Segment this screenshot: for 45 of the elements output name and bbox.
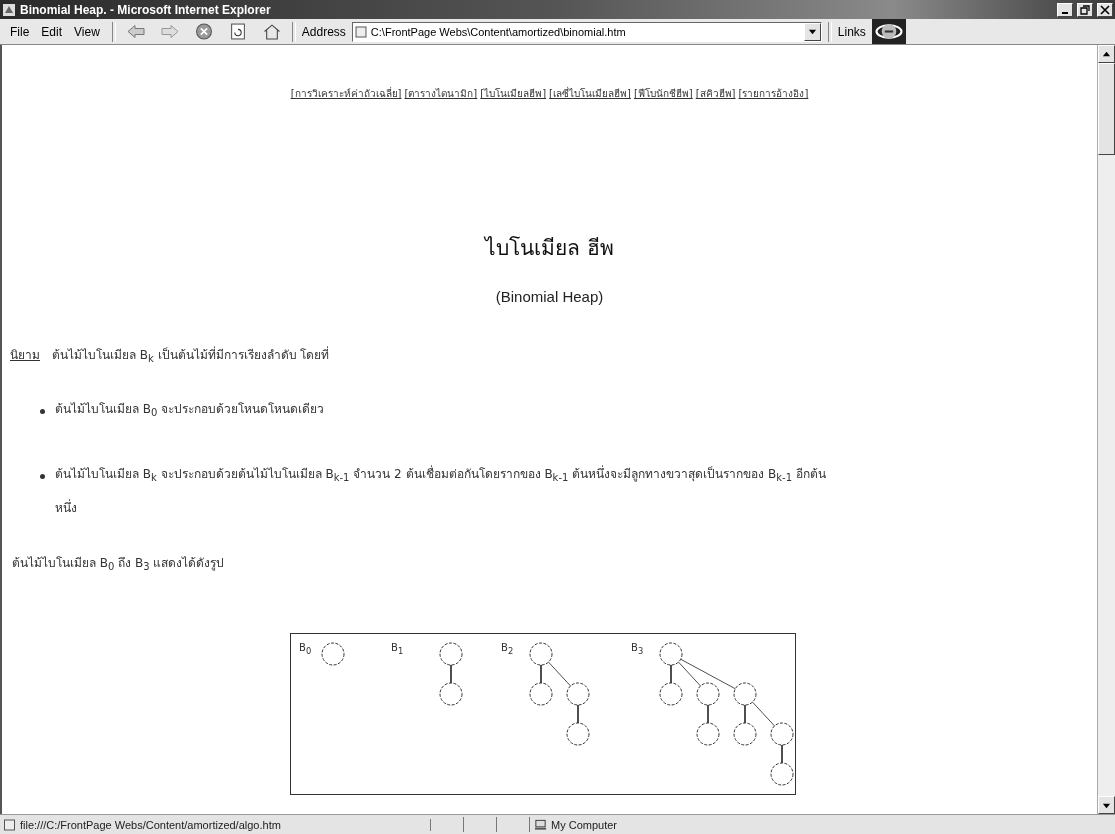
- bullet-text: ต้นไม้ไบโนเมียล B$_{k}$ จะประกอบด้วยต้นไม้ไบโนเมียล B$_{k-1}$ จำนวน 2 ต้นเชื่อมต่อกันโดยรากของ B$_{k-1}$ ต้นหนึ่งจะมีลูกทางขวาสุดเป็นรากของ B$_{k-1}$ อีกต้นหนึ่ง: [55, 464, 827, 518]
- nav-link[interactable]: [รายการอ้างอิง]: [738, 86, 809, 101]
- definition-text: ต้นไม้ไบโนเมียล B$_{k}$ เป็นต้นไม้ที่มีการเรียงลำดับ โดยที่: [52, 345, 330, 365]
- bullet-text: ต้นไม้ไบโนเมียล B$_{0}$ จะประกอบด้วยโหนดโหนดเดียว: [55, 401, 325, 421]
- definition-link[interactable]: นิยาม: [10, 345, 40, 365]
- address-field[interactable]: C:\FrontPage Webs\Content\amortized\binomial.htm: [351, 21, 822, 42]
- page-heading: ไบโนเมียล ฮีพ: [483, 235, 615, 262]
- nav-link[interactable]: [ตารางไดนามิก]: [404, 86, 478, 101]
- zone-label: My Computer: [551, 818, 619, 831]
- computer-icon: [534, 818, 547, 831]
- bullet-icon: [40, 409, 45, 415]
- window-title: Binomial Heap. - Microsoft Internet Explorer: [20, 2, 271, 17]
- figure-caption: ต้นไม้ไบโนเมียล B$_{0}$ ถึง B$_{3}$ แสดงได้ดังรูป: [11, 555, 226, 573]
- scroll-thumb[interactable]: [1098, 63, 1115, 155]
- nav-link[interactable]: [การวิเคราะห์ค่าถัวเฉลี่ย]: [290, 86, 402, 101]
- status-text: file:///C:/FrontPage Webs/Content/amortized/algo.htm: [20, 818, 431, 831]
- nav-link[interactable]: [สคิวฮีพ]: [695, 86, 736, 101]
- menu-item[interactable]: File: [10, 24, 30, 39]
- forward-arrow-icon: [159, 23, 180, 40]
- nav-link[interactable]: [ไบโนเมียลฮีพ]: [480, 86, 547, 101]
- links-button[interactable]: Links: [837, 24, 866, 39]
- nav-link[interactable]: [ฟีโบนักชีฮีพ]: [633, 86, 693, 101]
- restore-button[interactable]: [1077, 2, 1093, 17]
- close-button[interactable]: [1097, 2, 1113, 17]
- tree-label: B$_{1}$: [391, 641, 404, 656]
- menu-item[interactable]: Edit: [41, 24, 63, 39]
- address-label: Address: [301, 24, 346, 39]
- nav-link[interactable]: [เลซี่ไบโนเมียลฮีพ]: [549, 86, 631, 101]
- close-icon: [1100, 4, 1110, 15]
- bullet-icon: [40, 473, 45, 479]
- tree-label: B$_{3}$: [631, 641, 644, 656]
- restore-icon: [1080, 4, 1090, 15]
- menu-item[interactable]: View: [74, 24, 100, 39]
- tree-label: B$_{2}$: [501, 641, 514, 656]
- minimize-button[interactable]: [1057, 2, 1073, 17]
- tree-label: B$_{0}$: [299, 641, 312, 656]
- minimize-icon: [1062, 11, 1068, 14]
- page-icon: [3, 818, 16, 831]
- binomial-tree-drawing: [439, 642, 463, 706]
- page-icon: [354, 25, 367, 38]
- back-arrow-icon: [125, 23, 146, 40]
- stop-icon: [193, 23, 214, 40]
- browser-icon: [2, 2, 16, 17]
- binomial-tree-drawing: [321, 642, 345, 666]
- page-subheading: (Binomial Heap): [494, 288, 605, 305]
